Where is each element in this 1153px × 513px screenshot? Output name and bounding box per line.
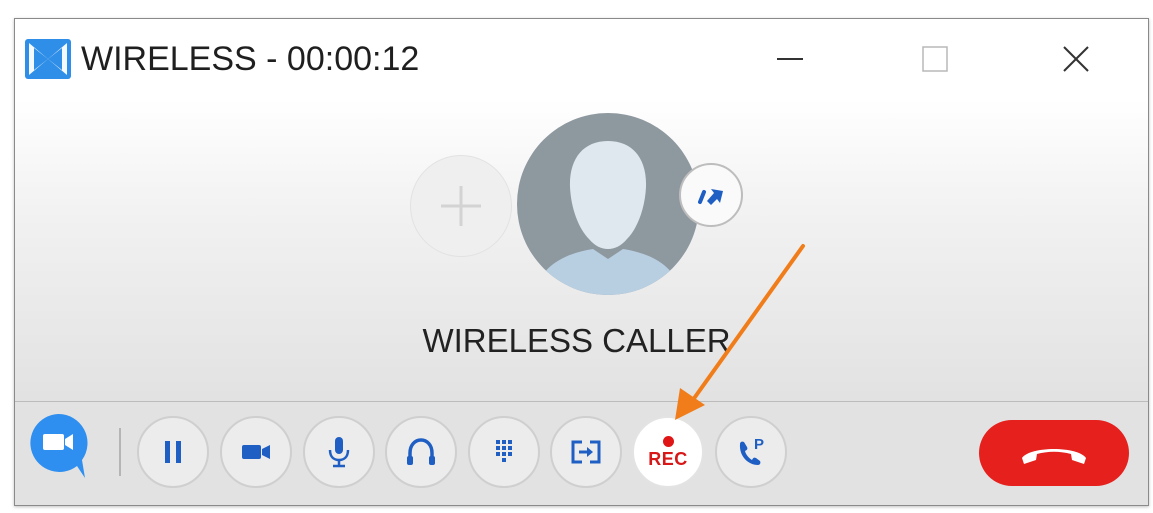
minimize-button[interactable] — [755, 31, 825, 87]
maximize-icon — [922, 46, 948, 72]
close-button[interactable] — [1041, 31, 1111, 87]
call-toolbar: REC P — [15, 401, 1148, 505]
headset-icon — [407, 438, 435, 465]
record-dot-icon — [662, 436, 674, 447]
dialpad-icon — [496, 440, 512, 462]
record-button[interactable]: REC — [632, 416, 704, 488]
pause-icon — [165, 441, 181, 463]
phone-park-icon: P — [739, 436, 764, 465]
park-letter: P — [754, 436, 764, 453]
video-call-button[interactable] — [27, 412, 89, 478]
hold-button[interactable] — [137, 416, 209, 488]
headset-button[interactable] — [385, 416, 457, 488]
call-window: WIRELESS - 00:00:12 WIRELESS CALLER REC … — [14, 18, 1149, 506]
caller-avatar — [517, 113, 699, 295]
mute-button[interactable] — [303, 416, 375, 488]
close-icon — [1063, 46, 1089, 72]
window-title: WIRELESS - 00:00:12 — [81, 40, 420, 78]
park-button[interactable]: P — [715, 416, 787, 488]
title-bar: WIRELESS - 00:00:12 — [15, 19, 1148, 99]
forward-arrow-icon — [698, 189, 723, 205]
transfer-badge-button[interactable] — [679, 163, 743, 227]
caller-name: WIRELESS CALLER — [422, 322, 731, 359]
toolbar-divider — [119, 428, 121, 476]
hangup-button[interactable] — [979, 420, 1129, 486]
plus-icon — [441, 186, 481, 226]
transfer-button[interactable] — [550, 416, 622, 488]
maximize-button[interactable] — [899, 31, 969, 87]
microphone-icon — [328, 437, 350, 468]
record-label: REC — [648, 449, 688, 469]
transfer-icon — [571, 440, 601, 464]
add-participant-button[interactable] — [410, 155, 512, 257]
video-camera-icon — [242, 445, 270, 459]
video-camera-icon — [30, 413, 88, 478]
hang-up-icon — [1022, 449, 1086, 464]
video-button[interactable] — [220, 416, 292, 488]
minimize-icon — [777, 58, 803, 60]
dialpad-button[interactable] — [468, 416, 540, 488]
app-logo-icon — [25, 39, 71, 79]
person-silhouette-icon — [517, 113, 699, 295]
